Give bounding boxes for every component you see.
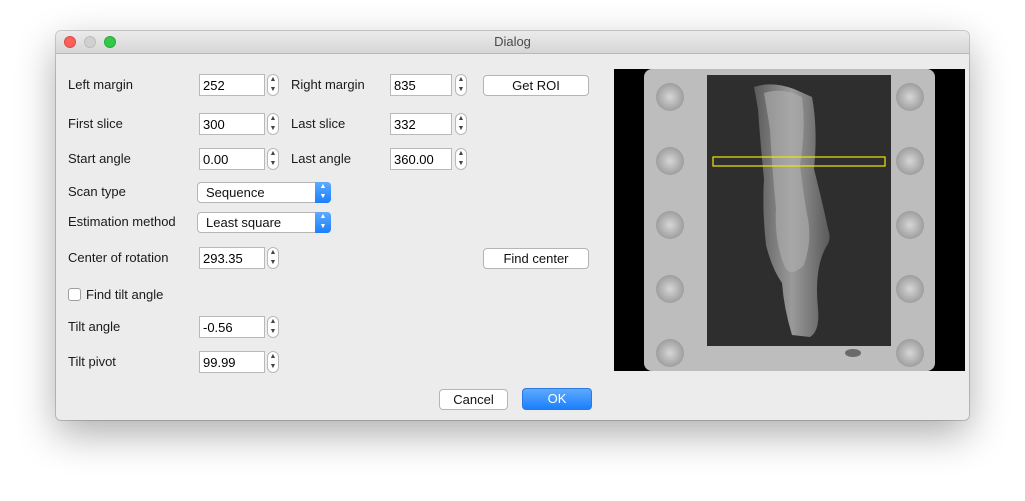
close-icon[interactable] (64, 36, 76, 48)
find-center-button[interactable]: Find center (483, 248, 589, 269)
start-angle-label: Start angle (68, 151, 131, 166)
first-slice-stepper[interactable]: ▲ ▼ (267, 113, 279, 135)
stepper-down-icon[interactable]: ▼ (268, 85, 278, 95)
left-margin-stepper[interactable]: ▲ ▼ (267, 74, 279, 96)
stepper-down-icon[interactable]: ▼ (456, 85, 466, 95)
stepper-up-icon[interactable]: ▲ (268, 317, 278, 327)
stepper-down-icon[interactable]: ▼ (456, 159, 466, 169)
projection-image (644, 69, 935, 371)
stepper-up-icon[interactable]: ▲ (268, 248, 278, 258)
last-slice-stepper[interactable]: ▲ ▼ (455, 113, 467, 135)
get-roi-button[interactable]: Get ROI (483, 75, 589, 96)
find-tilt-angle-checkbox[interactable] (68, 288, 81, 301)
stepper-up-icon[interactable]: ▲ (268, 114, 278, 124)
projection-preview[interactable] (614, 69, 965, 371)
stepper-up-icon[interactable]: ▲ (456, 75, 466, 85)
estimation-method-select[interactable]: Least square ▲ ▼ (197, 212, 331, 233)
chevron-updown-icon: ▲ ▼ (315, 212, 331, 233)
first-slice-label: First slice (68, 116, 123, 131)
stepper-down-icon[interactable]: ▼ (268, 258, 278, 268)
tilt-pivot-field[interactable]: 99.99 (199, 351, 265, 373)
last-angle-label: Last angle (291, 151, 351, 166)
last-slice-label: Last slice (291, 116, 346, 131)
estimation-method-value: Least square (206, 215, 282, 230)
right-margin-label: Right margin (291, 77, 365, 92)
last-angle-field[interactable]: 360.00 (390, 148, 452, 170)
right-margin-field[interactable]: 835 (390, 74, 452, 96)
minimize-icon[interactable] (84, 36, 96, 48)
last-slice-field[interactable]: 332 (390, 113, 452, 135)
right-margin-stepper[interactable]: ▲ ▼ (455, 74, 467, 96)
tilt-pivot-stepper[interactable]: ▲ ▼ (267, 351, 279, 373)
stepper-up-icon[interactable]: ▲ (268, 149, 278, 159)
stepper-up-icon[interactable]: ▲ (456, 149, 466, 159)
stepper-down-icon[interactable]: ▼ (268, 327, 278, 337)
left-margin-label: Left margin (68, 77, 134, 92)
window-title: Dialog (494, 34, 531, 49)
scan-type-value: Sequence (206, 185, 265, 200)
center-of-rotation-stepper[interactable]: ▲ ▼ (267, 247, 279, 269)
title-bar[interactable]: Dialog (56, 31, 969, 54)
scan-type-label: Scan type (68, 184, 126, 199)
stepper-up-icon[interactable]: ▲ (268, 352, 278, 362)
dialog-window: Dialog Left margin 252 ▲ ▼ Right margin … (56, 31, 969, 420)
stepper-down-icon[interactable]: ▼ (456, 124, 466, 134)
stepper-down-icon[interactable]: ▼ (268, 362, 278, 372)
find-tilt-angle-label[interactable]: Find tilt angle (86, 286, 163, 304)
tilt-pivot-label: Tilt pivot (68, 354, 116, 369)
stepper-up-icon[interactable]: ▲ (268, 75, 278, 85)
start-angle-stepper[interactable]: ▲ ▼ (267, 148, 279, 170)
stepper-up-icon[interactable]: ▲ (456, 114, 466, 124)
start-angle-field[interactable]: 0.00 (199, 148, 265, 170)
center-of-rotation-field[interactable]: 293.35 (199, 247, 265, 269)
ok-button[interactable]: OK (522, 388, 592, 410)
tilt-angle-field[interactable]: -0.56 (199, 316, 265, 338)
cancel-button[interactable]: Cancel (439, 389, 508, 410)
center-of-rotation-label: Center of rotation (68, 250, 169, 265)
tilt-angle-label: Tilt angle (68, 319, 121, 334)
first-slice-field[interactable]: 300 (199, 113, 265, 135)
chevron-updown-icon: ▲ ▼ (315, 182, 331, 203)
stepper-down-icon[interactable]: ▼ (268, 159, 278, 169)
estimation-method-label: Estimation method (68, 214, 176, 229)
last-angle-stepper[interactable]: ▲ ▼ (455, 148, 467, 170)
left-margin-field[interactable]: 252 (199, 74, 265, 96)
scan-type-select[interactable]: Sequence ▲ ▼ (197, 182, 331, 203)
tilt-angle-stepper[interactable]: ▲ ▼ (267, 316, 279, 338)
stepper-down-icon[interactable]: ▼ (268, 124, 278, 134)
maximize-icon[interactable] (104, 36, 116, 48)
